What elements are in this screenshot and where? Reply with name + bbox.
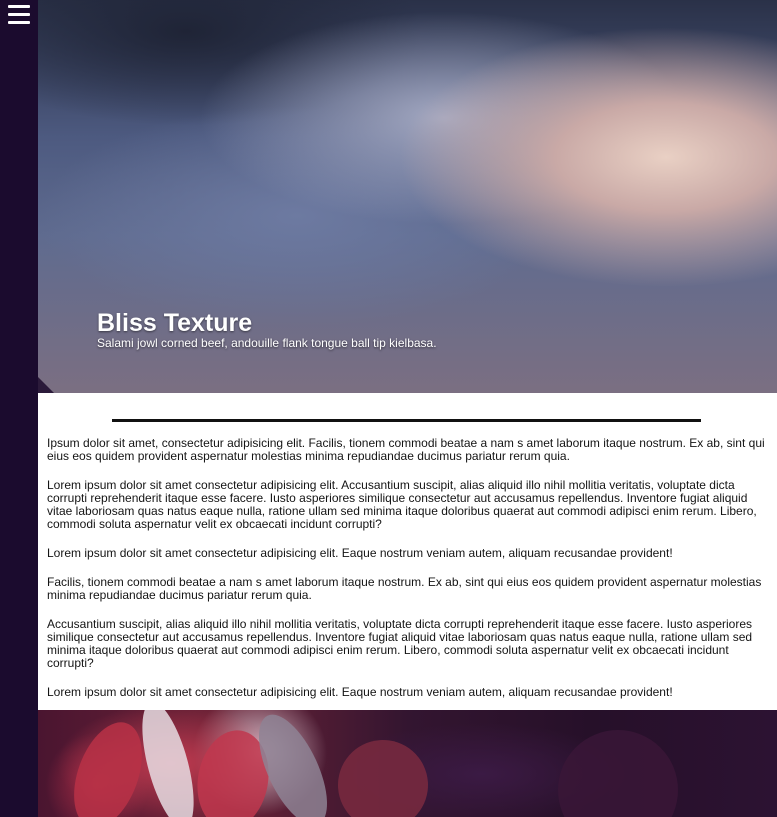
paint-streak	[131, 710, 205, 817]
paragraph: Ipsum dolor sit amet, consectetur adipis…	[47, 436, 765, 463]
article-text: Ipsum dolor sit amet, consectetur adipis…	[47, 437, 767, 715]
paragraph: Lorem ipsum dolor sit amet consectetur a…	[47, 546, 673, 560]
paragraph: Lorem ipsum dolor sit amet consectetur a…	[47, 685, 673, 699]
paragraph: Facilis, tionem commodi beatae a nam s a…	[47, 575, 762, 602]
hero-title: Bliss Texture	[97, 309, 253, 337]
article-content: Ipsum dolor sit amet, consectetur adipis…	[38, 393, 777, 710]
hero-banner: Bliss Texture Salami jowl corned beef, a…	[38, 0, 777, 393]
divider	[112, 419, 701, 422]
paint-streak	[558, 730, 678, 817]
paint-streak	[60, 713, 156, 817]
sidebar	[0, 0, 38, 817]
paint-streak	[321, 723, 445, 817]
paragraph: Accusantium suscipit, alias aliquid illo…	[47, 617, 753, 670]
hero-subtitle: Salami jowl corned beef, andouille flank…	[97, 336, 437, 350]
background-artwork	[38, 710, 777, 817]
hamburger-menu-icon[interactable]	[8, 5, 32, 25]
paragraph: Lorem ipsum dolor sit amet consectetur a…	[47, 478, 757, 531]
